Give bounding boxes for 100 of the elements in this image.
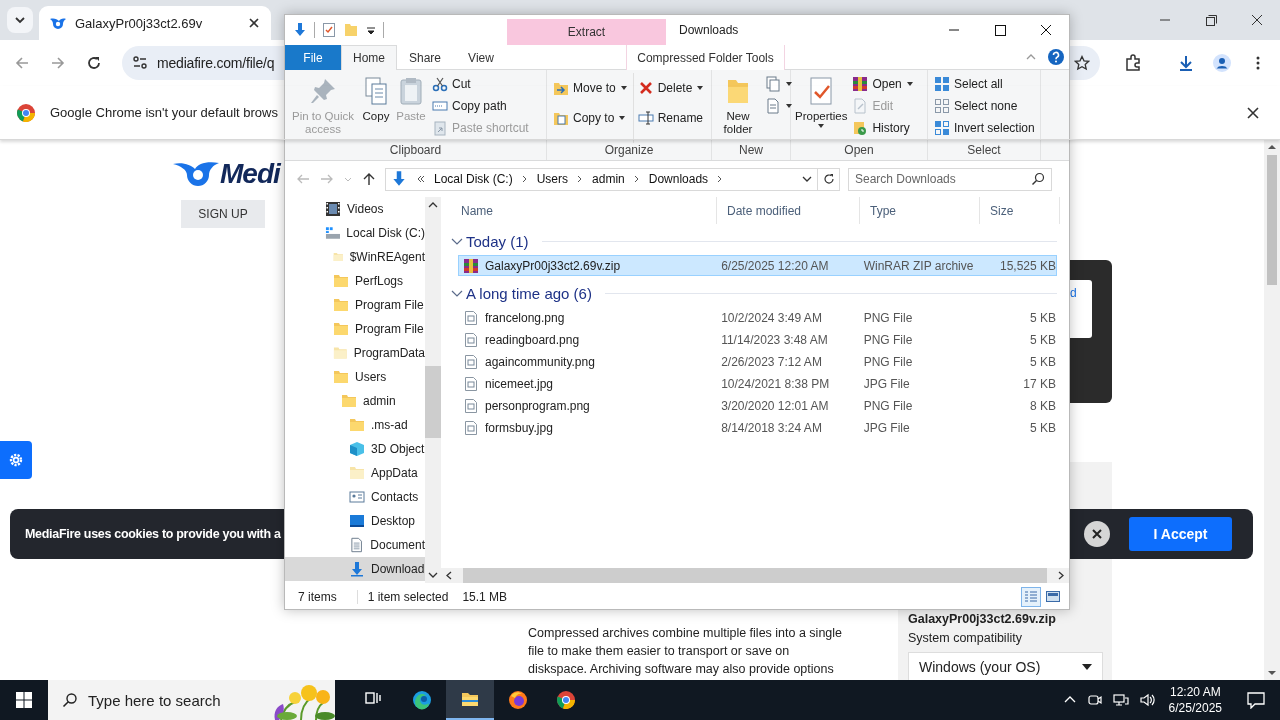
breadcrumb-item[interactable]: Local Disk (C:) bbox=[434, 172, 513, 186]
ribbon-tab[interactable]: Share bbox=[397, 45, 453, 70]
ribbon-button[interactable]: Delete bbox=[637, 79, 705, 96]
ribbon-tab[interactable]: Compressed Folder Tools bbox=[626, 45, 785, 70]
file-name: GalaxyPr00j33ct2.69v.zip bbox=[908, 612, 1057, 626]
size-cell-text: 5 KB bbox=[1029, 420, 1056, 435]
file-name: GalaxyPr00j33ct2.69v.zip bbox=[485, 258, 621, 273]
size-cell-text: 8 KB bbox=[1029, 398, 1056, 413]
ribbon-button[interactable]: Copy path bbox=[432, 97, 529, 114]
ribbon-button[interactable]: Open bbox=[852, 75, 914, 92]
logo-text: Medi bbox=[220, 158, 280, 190]
search-field[interactable]: Search Downloads bbox=[855, 172, 1031, 186]
sign-up-button[interactable]: SIGN UP bbox=[181, 200, 265, 228]
file-row[interactable]: francelong.png 10/2/2024 3:49 AM PNG File 5 KB bbox=[458, 307, 1057, 328]
column-header[interactable]: Date modified bbox=[717, 197, 860, 224]
ribbon-button[interactable]: Move to bbox=[553, 79, 628, 96]
type-cell-text: PNG File bbox=[862, 398, 914, 413]
file-name: francelong.png bbox=[485, 310, 565, 325]
type-cell-text: PNG File bbox=[862, 310, 914, 325]
address-bar[interactable]: Local Disk (C:) Users admin Downloads bbox=[385, 167, 818, 191]
navigation-item[interactable]: Document bbox=[285, 533, 425, 557]
navigation-item[interactable]: Desktop bbox=[285, 509, 425, 533]
type-cell-text: PNG File bbox=[862, 332, 914, 347]
date-cell-text: 10/24/2021 8:38 PM bbox=[720, 376, 831, 391]
breadcrumb-item[interactable]: Users bbox=[536, 172, 569, 186]
description-text: Compressed archives combine multiple files into a single file to make them easier to transport or save on diskspace. Archiving software may also provide options bbox=[528, 625, 844, 678]
ribbon-tab[interactable]: View bbox=[453, 45, 509, 70]
type-cell-text: PNG File bbox=[862, 354, 914, 369]
file-row[interactable]: readingboard.png 11/14/2023 3:48 AM PNG File 5 KB bbox=[458, 329, 1057, 350]
navigation-item[interactable]: Videos bbox=[285, 197, 425, 221]
file-row[interactable]: againcommunity.png 2/26/2023 7:12 AM PNG File 5 KB bbox=[458, 351, 1057, 372]
column-header[interactable]: Name bbox=[451, 197, 717, 224]
size-cell-text: 5 KB bbox=[1029, 354, 1056, 369]
file-row[interactable]: formsbuy.jpg 8/14/2018 3:24 AM JPG File 5 KB bbox=[458, 417, 1057, 438]
date-cell-text: 8/14/2018 3:24 AM bbox=[720, 420, 823, 435]
file-name: readingboard.png bbox=[485, 332, 580, 347]
file-row[interactable]: personprogram.png 3/20/2020 12:01 AM PNG File 8 KB bbox=[458, 395, 1057, 416]
ribbon-button[interactable]: Select all bbox=[934, 75, 1035, 92]
file-name: personprogram.png bbox=[485, 398, 590, 413]
navigation-item[interactable]: Users bbox=[285, 365, 425, 389]
cookie-message: MediaFire uses cookies to provide you with a bbox=[25, 527, 281, 541]
item-count: 7 items bbox=[298, 590, 337, 604]
navigation-item[interactable]: Local Disk (C:) bbox=[285, 221, 425, 245]
type-cell-text: JPG File bbox=[862, 376, 911, 391]
accept-button[interactable]: I Accept bbox=[1129, 517, 1232, 551]
infobar-message: Google Chrome isn't your default brows bbox=[50, 105, 278, 120]
clock-date[interactable]: 6/25/2025 bbox=[1168, 700, 1222, 716]
ribbon-group-label: Clipboard bbox=[388, 143, 443, 159]
breadcrumb-item[interactable]: Downloads bbox=[648, 172, 709, 186]
ribbon-button[interactable]: Select none bbox=[934, 97, 1035, 114]
group-header[interactable]: Today (1) bbox=[466, 232, 529, 250]
ribbon-button[interactable]: New folder bbox=[716, 73, 760, 143]
size-cell-text: 15,525 KB bbox=[998, 258, 1056, 273]
os-dropdown[interactable]: Windows (your OS) bbox=[908, 652, 1103, 680]
navigation-item[interactable]: Contacts bbox=[285, 485, 425, 509]
navigation-item[interactable]: Program File bbox=[285, 293, 425, 317]
ribbon-button[interactable]: Rename bbox=[637, 109, 705, 126]
address-bar[interactable]: mediafire.com/file/q bbox=[122, 46, 286, 80]
promo-link[interactable]: d bbox=[1070, 286, 1077, 300]
ribbon-button[interactable]: Copy bbox=[360, 73, 392, 143]
ribbon-tab[interactable]: Home bbox=[341, 45, 397, 70]
date-cell-text: 6/25/2025 12:20 AM bbox=[720, 258, 830, 273]
navigation-item[interactable]: .ms-ad bbox=[285, 413, 425, 437]
navigation-item[interactable]: ProgramData bbox=[285, 341, 425, 365]
group-header[interactable]: A long time ago (6) bbox=[466, 284, 592, 302]
navigation-item[interactable]: Program File bbox=[285, 317, 425, 341]
size-cell-text: 5 KB bbox=[1029, 332, 1056, 347]
ribbon-button[interactable]: Cut bbox=[432, 75, 529, 92]
browser-tab[interactable]: GalaxyPr00j33ct2.69v bbox=[39, 6, 271, 40]
ribbon-button[interactable]: History bbox=[852, 119, 914, 136]
clock-time[interactable]: 12:20 AM bbox=[1169, 684, 1221, 700]
type-cell-text: WinRAR ZIP archive bbox=[862, 258, 975, 273]
navigation-item[interactable]: $WinREAgent bbox=[285, 245, 425, 269]
file-name: formsbuy.jpg bbox=[485, 420, 553, 435]
ribbon-button[interactable]: Invert selection bbox=[934, 119, 1035, 136]
selection-count: 1 item selected bbox=[356, 590, 449, 604]
navigation-item[interactable]: admin bbox=[285, 389, 425, 413]
file-row[interactable]: GalaxyPr00j33ct2.69v.zip 6/25/2025 12:20 AM WinRAR ZIP archive 15,525 KB bbox=[458, 255, 1057, 276]
file-row[interactable]: nicemeet.jpg 10/24/2021 8:38 PM JPG File 17 KB bbox=[458, 373, 1057, 394]
tab-title: GalaxyPr00j33ct2.69v bbox=[75, 15, 204, 31]
file-name: nicemeet.jpg bbox=[485, 376, 554, 391]
navigation-item[interactable]: Download bbox=[285, 557, 425, 581]
navigation-item[interactable]: 3D Object bbox=[285, 437, 425, 461]
ribbon-button[interactable]: Copy to bbox=[553, 109, 628, 126]
date-cell-text: 11/14/2023 3:48 AM bbox=[720, 332, 829, 347]
search-box[interactable]: Search Downloads bbox=[848, 167, 1052, 191]
ribbon-group-label: Organize bbox=[603, 143, 655, 159]
ribbon-button[interactable]: Properties bbox=[795, 73, 848, 143]
date-cell-text: 10/2/2024 3:49 AM bbox=[720, 310, 823, 325]
ribbon-tab[interactable]: File bbox=[285, 45, 341, 70]
size-cell-text: 5 KB bbox=[1029, 310, 1056, 325]
ribbon-group-label: New bbox=[738, 143, 764, 159]
column-header[interactable]: Type bbox=[860, 197, 980, 224]
column-header[interactable]: Size bbox=[980, 197, 1060, 224]
date-cell-text: 3/20/2020 12:01 AM bbox=[720, 398, 830, 413]
breadcrumb-item[interactable]: admin bbox=[592, 172, 625, 186]
navigation-item[interactable]: AppData bbox=[285, 461, 425, 485]
ribbon-group-label: Select bbox=[966, 143, 1002, 159]
type-cell-text: JPG File bbox=[862, 420, 911, 435]
navigation-item[interactable]: PerfLogs bbox=[285, 269, 425, 293]
